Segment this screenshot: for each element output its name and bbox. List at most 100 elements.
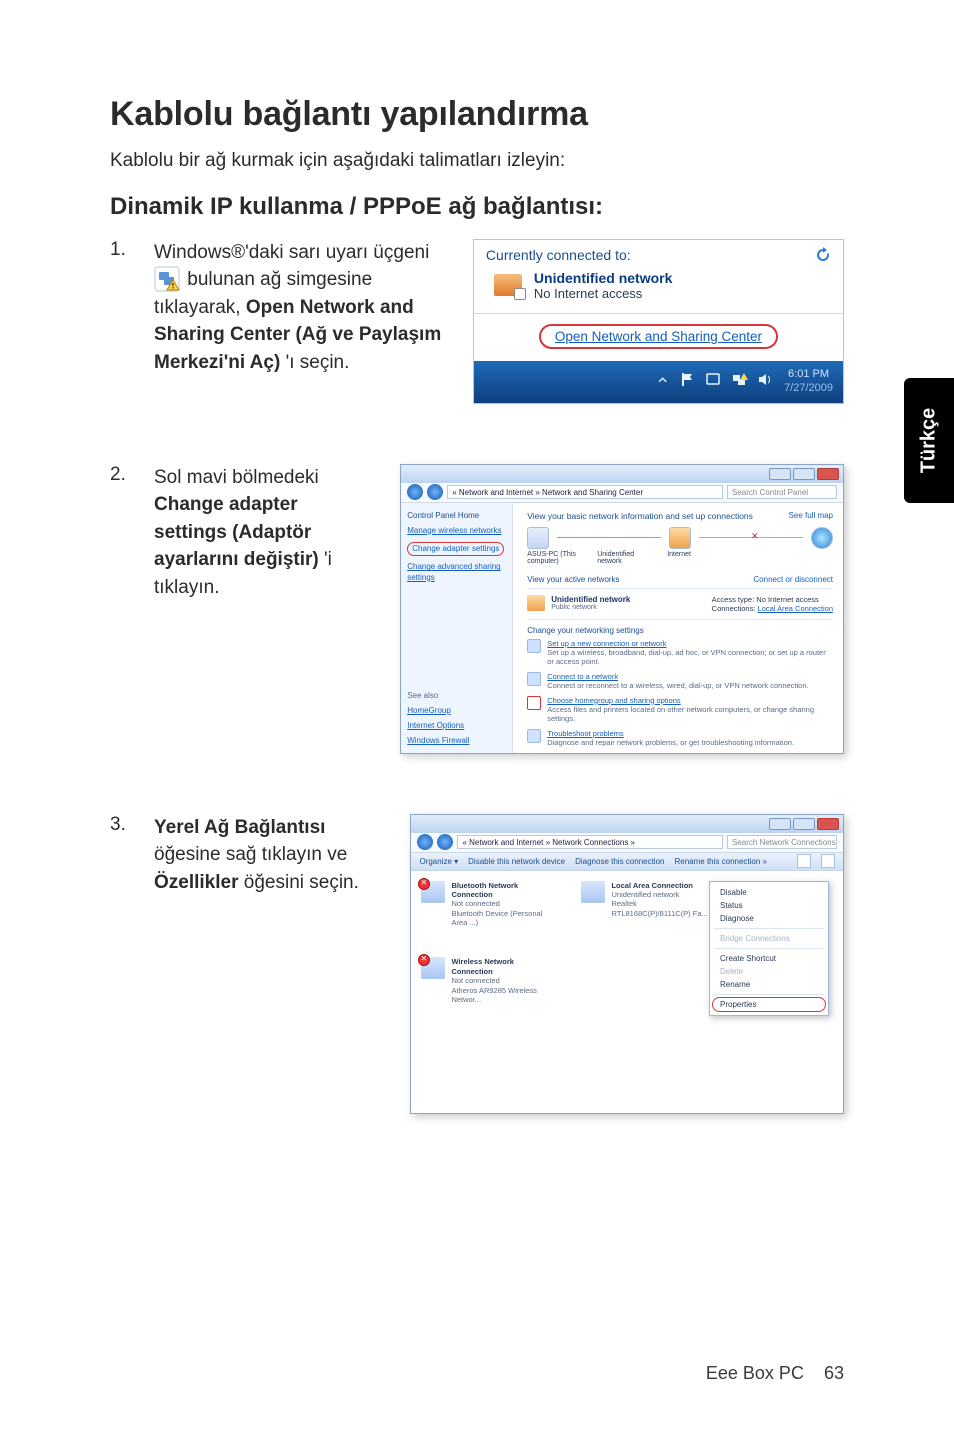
toolbar-disable[interactable]: Disable this network device (468, 857, 565, 866)
toolbar-organize[interactable]: Organize ▾ (419, 857, 458, 866)
task-icon (527, 672, 541, 686)
left-link-change-adapter[interactable]: Change adapter settings (407, 542, 506, 556)
network-tray-icon[interactable] (731, 371, 748, 393)
step-3-bold-2: Özellikler (154, 872, 239, 893)
step-3: 3. Yerel Ağ Bağlantısı öğesine sağ tıkla… (110, 814, 844, 1114)
tray-icons (679, 371, 774, 393)
breadcrumb[interactable]: « Network and Internet » Network Connect… (457, 835, 723, 849)
action-center-icon[interactable] (705, 371, 722, 393)
ctx-diagnose[interactable]: Diagnose (710, 912, 828, 925)
see-full-map-link[interactable]: See full map (789, 511, 833, 520)
active-network-row: Unidentified network Public network Acce… (527, 588, 833, 620)
close-button[interactable] (817, 468, 839, 480)
view-icon[interactable] (797, 854, 811, 868)
main-pane: See full map View your basic network inf… (513, 503, 843, 753)
network-map (527, 527, 833, 549)
maximize-button[interactable] (793, 468, 815, 480)
ctx-create-shortcut[interactable]: Create Shortcut (710, 952, 828, 965)
explorer-toolbar: Organize ▾ Disable this network device D… (411, 853, 843, 871)
breadcrumb[interactable]: « Network and Internet » Network and Sha… (447, 485, 723, 499)
step-3-tail: öğesini seçin. (244, 872, 359, 893)
connection-status: Not connected (451, 899, 551, 908)
ctx-delete: Delete (710, 965, 828, 978)
taskbar-clock[interactable]: 6:01 PM 7/27/2009 (784, 368, 833, 394)
tray-chevron-icon[interactable] (657, 373, 669, 391)
window-chrome (411, 815, 843, 833)
active-networks-head: View your active networks (527, 575, 619, 584)
connection-name: Local Area Connection (611, 881, 711, 890)
task-head: Choose homegroup and sharing options (547, 696, 833, 705)
open-network-sharing-center-link[interactable]: Open Network and Sharing Center (539, 324, 778, 349)
connection-lan[interactable]: Local Area Connection Unidentified netwo… (581, 881, 711, 928)
connection-status: Unidentified network (611, 890, 711, 899)
map-node-pc-icon (527, 527, 549, 549)
ctx-properties[interactable]: Properties (710, 998, 828, 1011)
figure-network-connections: « Network and Internet » Network Connect… (410, 814, 844, 1114)
forward-button[interactable] (437, 834, 453, 850)
step-2-text: Sol mavi bölmedeki Change adapter settin… (154, 464, 366, 602)
map-node-internet-icon (811, 527, 833, 549)
task-desc: Connect or reconnect to a wireless, wire… (547, 681, 808, 690)
volume-icon[interactable] (757, 371, 774, 393)
window-chrome (401, 465, 843, 483)
step-3-mid: öğesine sağ tıklayın ve (154, 844, 347, 865)
see-also-homegroup[interactable]: HomeGroup (407, 706, 506, 715)
flag-icon[interactable] (679, 371, 696, 393)
connection-bluetooth[interactable]: Bluetooth Network Connection Not connect… (421, 881, 551, 928)
figure-network-sharing-center: « Network and Internet » Network and Sha… (400, 464, 844, 754)
back-button[interactable] (417, 834, 433, 850)
map-node-network-icon (669, 527, 691, 549)
clock-time: 6:01 PM (784, 368, 833, 381)
main-title: View your basic network information and … (527, 511, 833, 521)
connections-link[interactable]: Local Area Connection (758, 604, 833, 613)
ctx-status[interactable]: Status (710, 899, 828, 912)
ctx-disable[interactable]: Disable (710, 886, 828, 899)
network-warning-tray-icon (154, 266, 180, 292)
flyout-header-row: Currently connected to: (474, 240, 843, 267)
access-type-value: No Internet access (756, 595, 819, 604)
flyout-divider (474, 313, 843, 314)
flyout-header: Currently connected to: (486, 247, 631, 263)
ctx-separator (714, 928, 824, 929)
task-head: Set up a new connection or network (547, 639, 833, 648)
ctx-rename[interactable]: Rename (710, 978, 828, 991)
footer-page-number: 63 (824, 1363, 844, 1383)
toolbar-rename[interactable]: Rename this connection » (674, 857, 767, 866)
refresh-icon[interactable] (815, 247, 831, 263)
search-input[interactable]: Search Control Panel (727, 485, 837, 499)
connection-icon (421, 957, 445, 979)
task-setup-connection[interactable]: Set up a new connection or networkSet up… (527, 639, 833, 666)
flyout-network-row[interactable]: Unidentified network No Internet access (474, 267, 843, 311)
address-bar: « Network and Internet » Network and Sha… (401, 483, 843, 503)
page-content: Kablolu bağlantı yapılandırma Kablolu bi… (0, 0, 954, 1114)
minimize-button[interactable] (769, 818, 791, 830)
step-3-number: 3. (110, 814, 154, 836)
active-network-icon (527, 595, 545, 611)
left-link-manage-wireless[interactable]: Manage wireless networks (407, 526, 506, 536)
task-connect-network[interactable]: Connect to a networkConnect or reconnect… (527, 672, 833, 690)
task-homegroup[interactable]: Choose homegroup and sharing optionsAcce… (527, 696, 833, 723)
help-icon[interactable] (821, 854, 835, 868)
connection-name: Bluetooth Network Connection (451, 881, 551, 900)
see-also-internet-options[interactable]: Internet Options (407, 721, 506, 730)
ctx-separator (714, 994, 824, 995)
search-input[interactable]: Search Network Connections (727, 835, 837, 849)
left-pane: Control Panel Home Manage wireless netwo… (401, 503, 513, 753)
context-menu: Disable Status Diagnose Bridge Connectio… (709, 881, 829, 1016)
close-button[interactable] (817, 818, 839, 830)
connection-device: Bluetooth Device (Personal Area ...) (451, 909, 551, 928)
step-1-number: 1. (110, 239, 154, 261)
task-troubleshoot[interactable]: Troubleshoot problemsDiagnose and repair… (527, 729, 833, 747)
forward-button[interactable] (427, 484, 443, 500)
maximize-button[interactable] (793, 818, 815, 830)
connect-disconnect-link[interactable]: Connect or disconnect (753, 575, 833, 584)
back-button[interactable] (407, 484, 423, 500)
left-link-advanced-sharing[interactable]: Change advanced sharing settings (407, 562, 506, 583)
connection-wireless[interactable]: Wireless Network Connection Not connecte… (421, 957, 551, 1004)
see-also-firewall[interactable]: Windows Firewall (407, 736, 506, 745)
minimize-button[interactable] (769, 468, 791, 480)
step-2-bold: Change adapter settings (Adaptör ayarlar… (154, 494, 319, 570)
task-icon (527, 729, 541, 743)
flyout-network-title: Unidentified network (534, 270, 672, 286)
toolbar-diagnose[interactable]: Diagnose this connection (575, 857, 664, 866)
